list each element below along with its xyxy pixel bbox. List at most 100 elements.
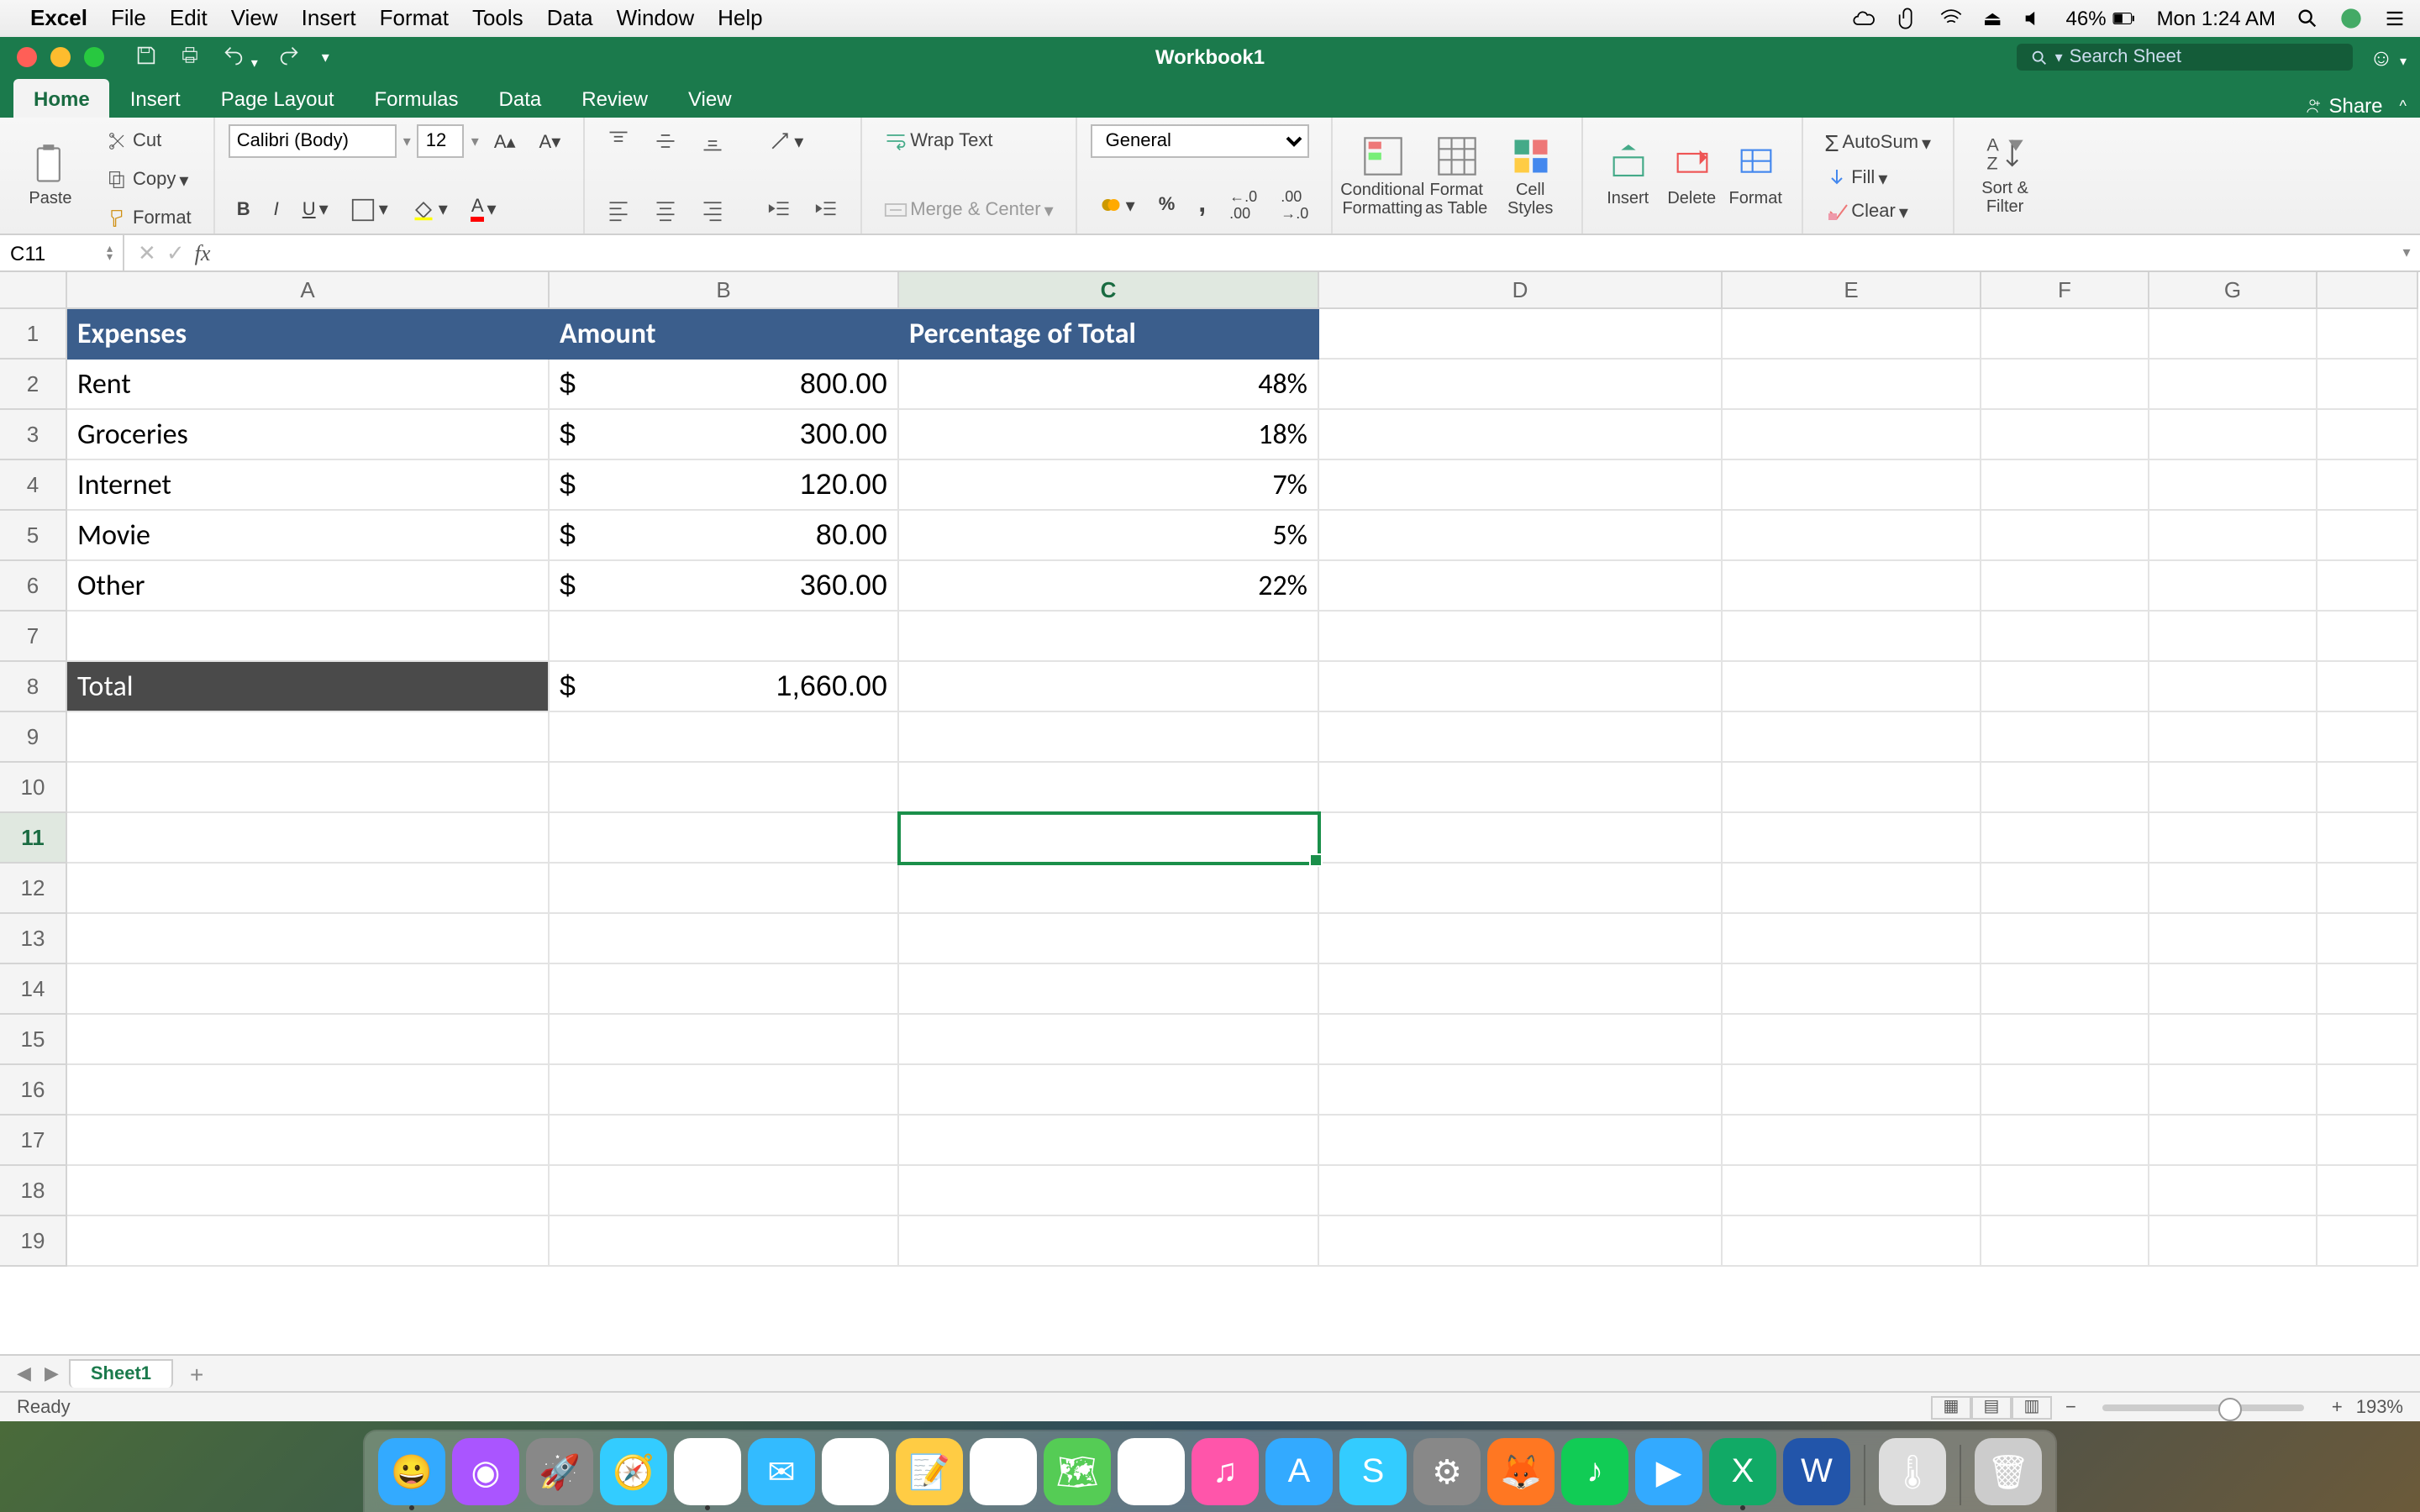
save-icon[interactable] (134, 43, 158, 71)
cell-D1[interactable] (1319, 309, 1723, 360)
cell-C3[interactable]: 18% (899, 410, 1319, 460)
cell-D15[interactable] (1319, 1015, 1723, 1065)
tab-formulas[interactable]: Formulas (355, 79, 479, 118)
cell-D4[interactable] (1319, 460, 1723, 511)
orientation-icon[interactable]: ▾ (759, 124, 812, 158)
cell-A7[interactable] (67, 612, 550, 662)
column-header-D[interactable]: D (1319, 272, 1723, 309)
row-header-10[interactable]: 10 (0, 763, 67, 813)
formula-input[interactable] (224, 235, 2393, 270)
row-header-19[interactable]: 19 (0, 1216, 67, 1267)
row-header-13[interactable]: 13 (0, 914, 67, 964)
menu-file[interactable]: File (111, 5, 146, 30)
cell-G10[interactable] (2149, 763, 2317, 813)
cell-D6[interactable] (1319, 561, 1723, 612)
row-header-6[interactable]: 6 (0, 561, 67, 612)
tab-insert[interactable]: Insert (110, 79, 201, 118)
tab-view[interactable]: View (668, 79, 752, 118)
cell-G4[interactable] (2149, 460, 2317, 511)
cell-B8[interactable]: $1,660.00 (550, 662, 899, 712)
dock-spotify-icon[interactable]: ♪ (1561, 1438, 1628, 1505)
dock-zoom-icon[interactable]: ▶ (1635, 1438, 1702, 1505)
row-header-7[interactable]: 7 (0, 612, 67, 662)
cell-D14[interactable] (1319, 964, 1723, 1015)
cell-D12[interactable] (1319, 864, 1723, 914)
align-center-icon[interactable] (644, 193, 685, 227)
cell-A3[interactable]: Groceries (67, 410, 550, 460)
fill-button[interactable]: Fill ▾ (1816, 161, 1939, 195)
cell-B18[interactable] (550, 1166, 899, 1216)
align-left-icon[interactable] (597, 193, 638, 227)
cell-G18[interactable] (2149, 1166, 2317, 1216)
cell-B12[interactable] (550, 864, 899, 914)
row-header-17[interactable]: 17 (0, 1116, 67, 1166)
cell-B14[interactable] (550, 964, 899, 1015)
border-button[interactable]: ▾ (344, 192, 397, 226)
cell-B19[interactable] (550, 1216, 899, 1267)
cell-A11[interactable] (67, 813, 550, 864)
cell-F16[interactable] (1981, 1065, 2149, 1116)
sheet-tab-active[interactable]: Sheet1 (69, 1359, 173, 1388)
cell-G8[interactable] (2149, 662, 2317, 712)
row-header-11[interactable]: 11 (0, 813, 67, 864)
minimize-window-button[interactable] (50, 47, 71, 67)
dock-maps-icon[interactable]: 🗺 (1044, 1438, 1111, 1505)
search-sheet-input[interactable]: ▾ Search Sheet (2017, 44, 2353, 71)
cell-D5[interactable] (1319, 511, 1723, 561)
cell-E3[interactable] (1723, 410, 1981, 460)
row-header-2[interactable]: 2 (0, 360, 67, 410)
comma-format-icon[interactable]: , (1190, 185, 1214, 225)
cell-G9[interactable] (2149, 712, 2317, 763)
merge-center-button[interactable]: Merge & Center ▾ (875, 193, 1061, 227)
clock[interactable]: Mon 1:24 AM (2157, 6, 2275, 29)
cell-F13[interactable] (1981, 914, 2149, 964)
cell-A18[interactable] (67, 1166, 550, 1216)
share-button[interactable]: Share ^ (2302, 94, 2407, 118)
dock-excel-icon[interactable]: X (1709, 1438, 1776, 1505)
cell-C14[interactable] (899, 964, 1319, 1015)
feedback-icon[interactable]: ☺ ▾ (2370, 44, 2407, 71)
insert-function-icon[interactable]: fx (195, 239, 211, 266)
fill-color-button[interactable]: ▾ (403, 192, 456, 226)
increase-indent-icon[interactable] (806, 193, 846, 227)
cell-C6[interactable]: 22% (899, 561, 1319, 612)
cell-G13[interactable] (2149, 914, 2317, 964)
decrease-font-icon[interactable]: A▾ (531, 125, 570, 157)
cell-B4[interactable]: $120.00 (550, 460, 899, 511)
tab-page-layout[interactable]: Page Layout (201, 79, 355, 118)
bold-button[interactable]: B (229, 194, 259, 224)
cell-C2[interactable]: 48% (899, 360, 1319, 410)
page-break-view-icon[interactable]: ▥ (2012, 1395, 2052, 1419)
decrease-indent-icon[interactable] (759, 193, 799, 227)
cell-G15[interactable] (2149, 1015, 2317, 1065)
tab-review[interactable]: Review (561, 79, 668, 118)
cell-A2[interactable]: Rent (67, 360, 550, 410)
format-cells-button[interactable]: Format (1723, 124, 1787, 225)
dock-calendar-icon[interactable]: 5 (822, 1438, 889, 1505)
cell-E15[interactable] (1723, 1015, 1981, 1065)
dock-photos-icon[interactable]: ❀ (1118, 1438, 1185, 1505)
cell-G11[interactable] (2149, 813, 2317, 864)
cell-A6[interactable]: Other (67, 561, 550, 612)
cell-F11[interactable] (1981, 813, 2149, 864)
cell-D8[interactable] (1319, 662, 1723, 712)
sheet-nav-prev-icon[interactable]: ◀ (13, 1362, 34, 1384)
cloud-icon[interactable] (1852, 6, 1876, 29)
cell-A8[interactable]: Total (67, 662, 550, 712)
cell-E9[interactable] (1723, 712, 1981, 763)
cell-G17[interactable] (2149, 1116, 2317, 1166)
column-header-G[interactable]: G (2149, 272, 2317, 309)
clear-button[interactable]: Clear ▾ (1816, 195, 1939, 228)
row-header-15[interactable]: 15 (0, 1015, 67, 1065)
cell-C11[interactable] (899, 813, 1319, 864)
cell-F4[interactable] (1981, 460, 2149, 511)
name-box[interactable]: C11▴▾ (0, 235, 124, 270)
dock-itunes-icon[interactable]: ♫ (1192, 1438, 1259, 1505)
increase-font-icon[interactable]: A▴ (486, 125, 524, 157)
format-as-table-button[interactable]: Format as Table (1419, 125, 1493, 226)
cell-A4[interactable]: Internet (67, 460, 550, 511)
dock-settings-icon[interactable]: ⚙ (1413, 1438, 1481, 1505)
sheet-nav-next-icon[interactable]: ▶ (41, 1362, 62, 1384)
autosum-button[interactable]: Σ AutoSum ▾ (1816, 124, 1939, 161)
row-header-8[interactable]: 8 (0, 662, 67, 712)
